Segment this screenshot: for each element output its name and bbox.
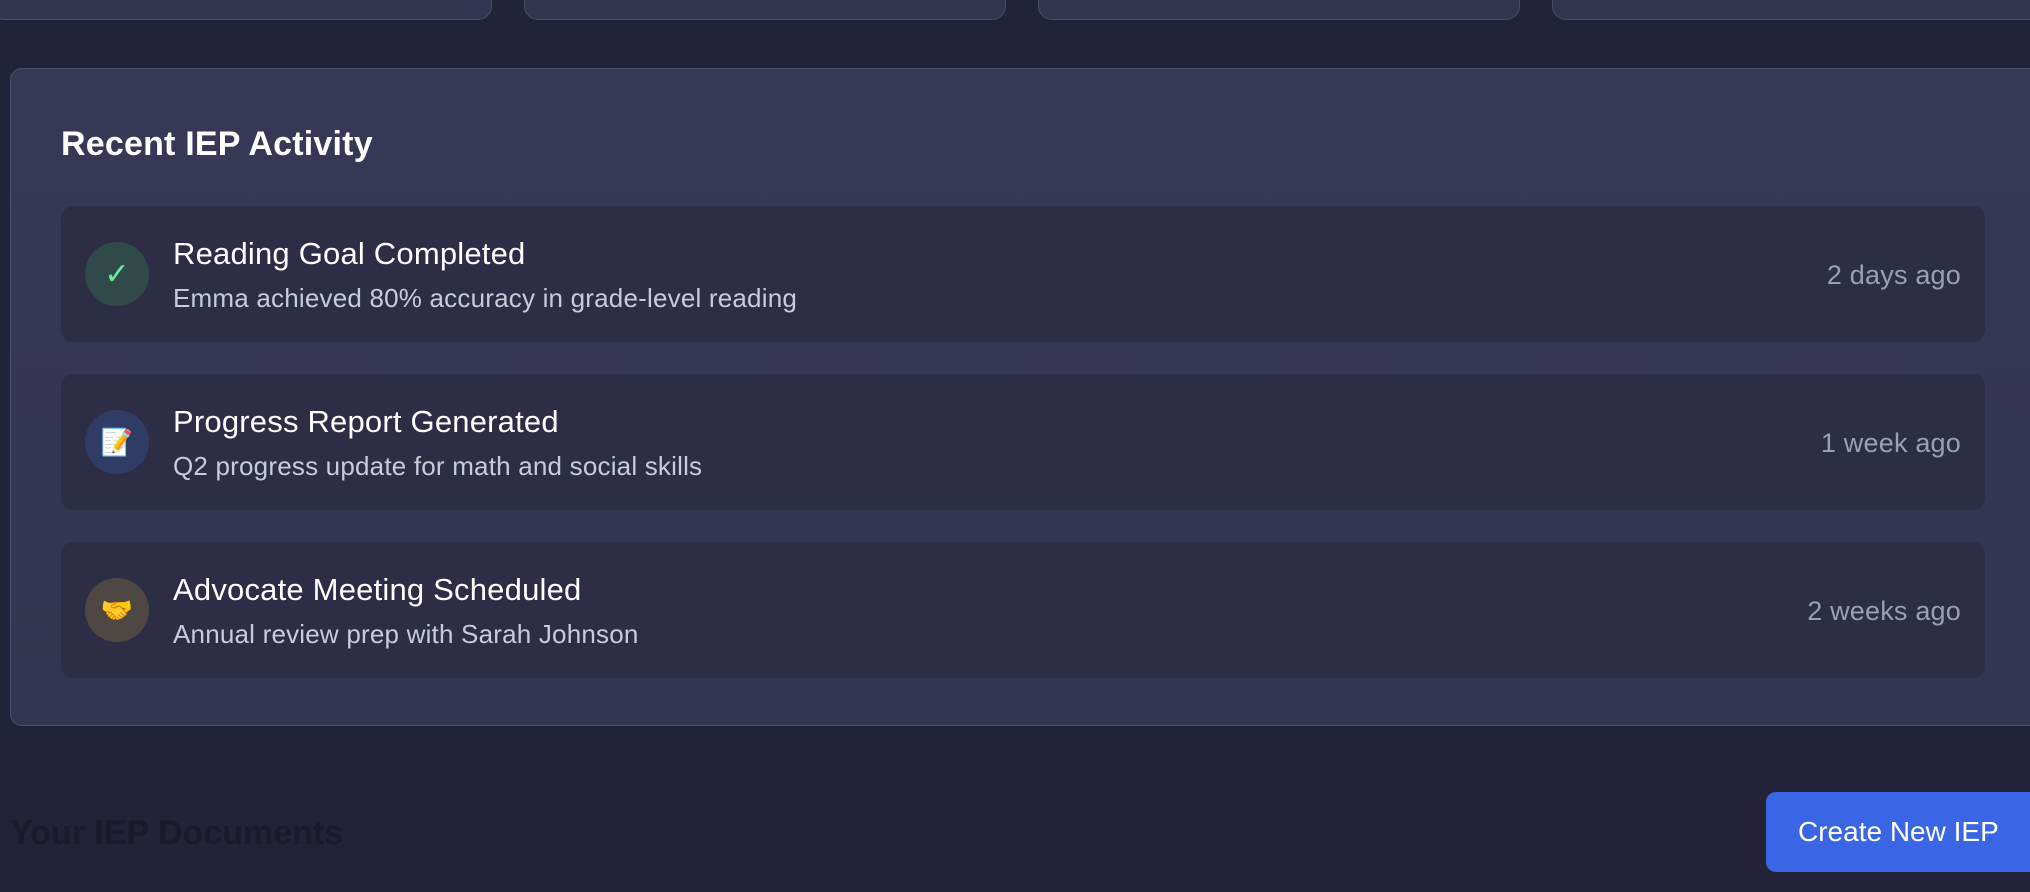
activity-item-description: Q2 progress update for math and social s… bbox=[173, 451, 703, 481]
stat-card bbox=[524, 0, 1006, 20]
stat-card bbox=[0, 0, 492, 20]
activity-item-time: 2 weeks ago bbox=[1807, 596, 1961, 626]
recent-activity-panel: Recent IEP Activity ✓ Reading Goal Compl… bbox=[10, 68, 2030, 726]
activity-item-time: 1 week ago bbox=[1820, 428, 1961, 458]
documents-section-title: Your IEP Documents bbox=[10, 814, 344, 852]
activity-item-title: Advocate Meeting Scheduled bbox=[173, 572, 582, 607]
activity-item[interactable]: 🤝 Advocate Meeting Scheduled Annual revi… bbox=[61, 542, 1985, 678]
memo-icon: 📝 bbox=[85, 410, 149, 474]
stat-card bbox=[1038, 0, 1520, 20]
activity-item[interactable]: 📝 Progress Report Generated Q2 progress … bbox=[61, 374, 1985, 510]
activity-item-description: Annual review prep with Sarah Johnson bbox=[173, 619, 639, 649]
stat-card bbox=[1552, 0, 2030, 20]
activity-item-time: 2 days ago bbox=[1826, 260, 1961, 290]
activity-item-description: Emma achieved 80% accuracy in grade-leve… bbox=[173, 283, 798, 313]
create-new-iep-button[interactable]: Create New IEP bbox=[1766, 792, 2030, 872]
activity-item-title: Progress Report Generated bbox=[173, 404, 559, 439]
activity-item-title: Reading Goal Completed bbox=[173, 236, 526, 271]
handshake-icon: 🤝 bbox=[85, 578, 149, 642]
check-icon: ✓ bbox=[85, 242, 149, 306]
dashboard-page: Recent IEP Activity ✓ Reading Goal Compl… bbox=[0, 0, 2030, 892]
recent-activity-title: Recent IEP Activity bbox=[61, 125, 373, 163]
activity-item[interactable]: ✓ Reading Goal Completed Emma achieved 8… bbox=[61, 206, 1985, 342]
